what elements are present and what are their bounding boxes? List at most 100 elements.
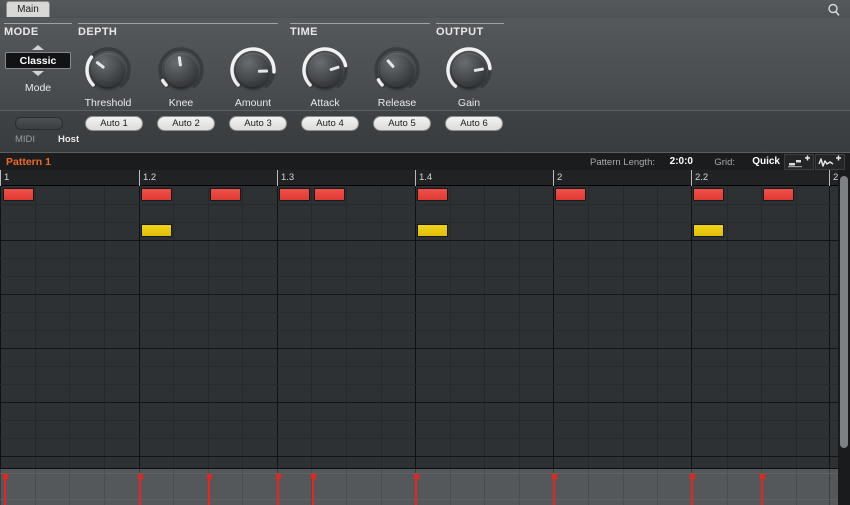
velocity-stem[interactable]: [553, 476, 555, 505]
pattern-note[interactable]: [314, 188, 345, 201]
chevron-up-icon[interactable]: [32, 45, 44, 50]
automation-bar: MIDI Host Auto 1 Auto 2 Auto 3 Auto 4 Auto 5…: [0, 110, 850, 152]
pattern-grid[interactable]: [0, 186, 838, 468]
section-label: OUTPUT: [436, 26, 484, 38]
grid-beat-line: [519, 186, 520, 468]
grid-beat-line: [727, 186, 728, 468]
velocity-handle[interactable]: [552, 474, 557, 479]
auto-button-5[interactable]: Auto 5: [373, 116, 431, 131]
pattern-note[interactable]: [417, 224, 448, 237]
ruler-tick-label: 1.4: [419, 172, 433, 183]
vertical-scrollbar-thumb[interactable]: [840, 176, 848, 448]
grid-beat-line: [381, 186, 382, 468]
pattern-note[interactable]: [763, 188, 794, 201]
auto-button-4[interactable]: Auto 4: [301, 116, 359, 131]
knob-dial[interactable]: [229, 46, 277, 94]
ruler-tick: 2: [553, 170, 562, 186]
grid-beat-line: [311, 186, 312, 468]
velocity-stem[interactable]: [312, 476, 314, 505]
add-step-icon[interactable]: [784, 154, 814, 170]
pattern-length-label: Pattern Length:: [590, 157, 655, 168]
knob-release[interactable]: Release: [369, 46, 425, 109]
ruler-tick: 1.4: [415, 170, 432, 186]
grid-value[interactable]: Quick: [752, 156, 780, 167]
pattern-note[interactable]: [417, 188, 448, 201]
mode-value[interactable]: Classic: [5, 52, 71, 69]
velocity-handle[interactable]: [414, 474, 419, 479]
pattern-note[interactable]: [693, 224, 724, 237]
pattern-note[interactable]: [3, 188, 34, 201]
velocity-handle[interactable]: [276, 474, 281, 479]
knob-dial[interactable]: [445, 46, 493, 94]
chevron-down-icon[interactable]: [32, 71, 44, 76]
velocity-stem[interactable]: [761, 476, 763, 505]
ruler-tick: 1.3: [277, 170, 294, 186]
grid-row-line: [0, 276, 838, 277]
knob-attack[interactable]: Attack: [297, 46, 353, 109]
ruler-tick: 2.3: [829, 170, 846, 186]
grid-beat-line: [796, 186, 797, 468]
auto-button-1[interactable]: Auto 1: [85, 116, 143, 131]
pattern-note[interactable]: [141, 224, 172, 237]
velocity-guide-line: [0, 473, 838, 474]
grid-beat-line: [450, 186, 451, 468]
midi-host-toggle[interactable]: [15, 117, 63, 130]
knob-label: Attack: [310, 97, 340, 109]
velocity-handle[interactable]: [311, 474, 316, 479]
add-waveform-icon[interactable]: [815, 154, 845, 170]
velocity-lane[interactable]: [0, 468, 838, 505]
knob-dial[interactable]: [157, 46, 205, 94]
velocity-handle[interactable]: [207, 474, 212, 479]
auto-button-2[interactable]: Auto 2: [157, 116, 215, 131]
grid-beat-line: [104, 186, 105, 468]
knob-cap[interactable]: [308, 53, 342, 87]
velocity-handle[interactable]: [138, 474, 143, 479]
pattern-note[interactable]: [141, 188, 172, 201]
velocity-handle[interactable]: [690, 474, 695, 479]
pattern-note[interactable]: [555, 188, 586, 201]
knob-cap[interactable]: [164, 53, 198, 87]
knob-knee[interactable]: Knee: [153, 46, 209, 109]
ruler-tick: 1.2: [139, 170, 156, 186]
knob-dial[interactable]: [301, 46, 349, 94]
grid-beat-line: [588, 186, 589, 468]
knob-cap[interactable]: [91, 53, 125, 87]
knob-dial[interactable]: [84, 46, 132, 94]
grid-bar-line: [277, 186, 278, 468]
velocity-stem[interactable]: [691, 476, 693, 505]
host-label: Host: [58, 134, 80, 145]
auto-button-6[interactable]: Auto 6: [445, 116, 503, 131]
velocity-stem[interactable]: [4, 476, 6, 505]
velocity-handle[interactable]: [3, 474, 8, 479]
timeline-ruler[interactable]: 1 1.2 1.3 1.4 2 2.2 2.3: [0, 170, 846, 186]
knob-gain[interactable]: Gain: [441, 46, 497, 109]
ruler-tick-label: 2: [557, 172, 563, 183]
window-titlebar: Main: [0, 0, 850, 18]
auto-button-3[interactable]: Auto 3: [229, 116, 287, 131]
pattern-note[interactable]: [279, 188, 310, 201]
velocity-handle[interactable]: [760, 474, 765, 479]
ruler-tick-label: 2.2: [695, 172, 709, 183]
pattern-name[interactable]: Pattern 1: [6, 156, 51, 168]
knob-pointer: [257, 69, 269, 73]
pattern-note[interactable]: [210, 188, 241, 201]
velocity-stem[interactable]: [277, 476, 279, 505]
knob-threshold[interactable]: Threshold: [80, 46, 136, 109]
pattern-note[interactable]: [693, 188, 724, 201]
mode-selector[interactable]: Classic Mode: [5, 45, 71, 94]
knob-label: Release: [377, 97, 417, 109]
velocity-stem[interactable]: [415, 476, 417, 505]
grid-beat-line: [623, 186, 624, 468]
section-rule: [290, 23, 430, 24]
velocity-stem[interactable]: [208, 476, 210, 505]
tab-main[interactable]: Main: [6, 1, 50, 17]
section-label: TIME: [290, 26, 318, 38]
grid-row-line: [0, 240, 838, 241]
pattern-length-value[interactable]: 2:0:0: [670, 156, 693, 167]
knob-amount[interactable]: Amount: [225, 46, 281, 109]
velocity-stem[interactable]: [139, 476, 141, 505]
knob-dial[interactable]: [373, 46, 421, 94]
grid-beat-line: [761, 186, 762, 468]
knob-cap[interactable]: [380, 53, 414, 87]
search-icon[interactable]: [826, 2, 842, 18]
